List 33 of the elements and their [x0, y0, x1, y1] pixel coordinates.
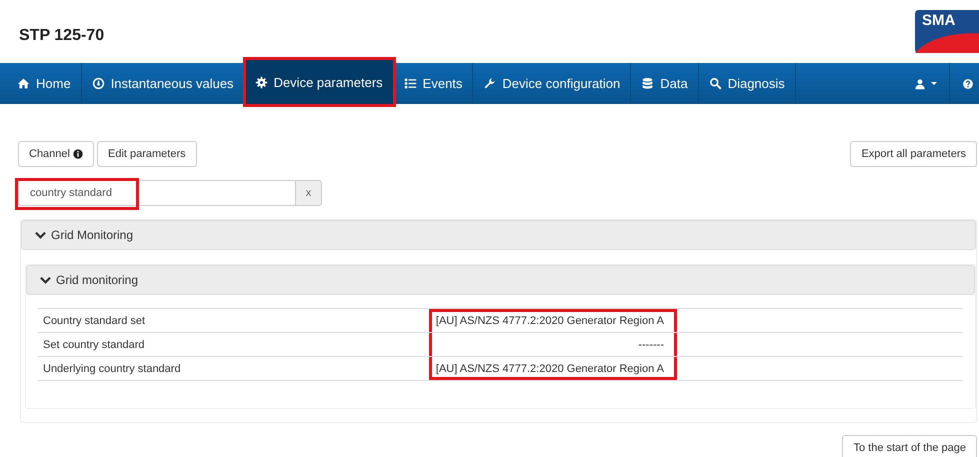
list-icon [404, 77, 417, 90]
parameter-name: Underlying country standard [42, 362, 182, 376]
chevron-icon [35, 231, 46, 239]
parameter-name: Country standard set [42, 314, 146, 328]
back-to-top-button[interactable]: To the start of the page [842, 435, 977, 457]
parameter-value: [AU] AS/NZS 4777.2:2020 Generator Region A [429, 357, 677, 380]
settings-icon [254, 76, 268, 88]
group-header[interactable]: Grid monitoring [26, 265, 975, 295]
gauge-icon [92, 77, 105, 90]
search-icon [708, 77, 722, 90]
nav-tab[interactable]: Data [631, 63, 699, 104]
nav-tab[interactable]: Device parameters [244, 59, 394, 105]
nav-tab[interactable]: Events [394, 63, 474, 104]
chevron-icon [40, 276, 51, 284]
caret-icon [931, 82, 937, 85]
group-header[interactable]: Grid Monitoring [21, 220, 976, 250]
help-icon [962, 78, 974, 90]
nav-tab[interactable]: Device configuration [473, 63, 632, 104]
toolbar-button[interactable]: Edit parameters [96, 141, 197, 167]
export-button[interactable]: Export all parameters [850, 141, 977, 167]
nav-tab[interactable]: Diagnosis [698, 63, 796, 104]
wrench-icon [483, 77, 496, 90]
clear-button[interactable]: x [295, 180, 322, 206]
toolbar-button[interactable]: Channel [18, 141, 94, 167]
parameter-value: ------- [429, 333, 677, 356]
parameter-name: Set country standard [42, 338, 146, 352]
device-title: STP 125-70 [19, 27, 104, 45]
user-icon [914, 78, 926, 90]
sma-logo: SMA [915, 10, 979, 53]
home-icon [17, 77, 30, 90]
nav-tab[interactable]: Home [7, 63, 82, 104]
database-icon [641, 77, 654, 90]
parameter-value: [AU] AS/NZS 4777.2:2020 Generator Region A [429, 309, 677, 332]
